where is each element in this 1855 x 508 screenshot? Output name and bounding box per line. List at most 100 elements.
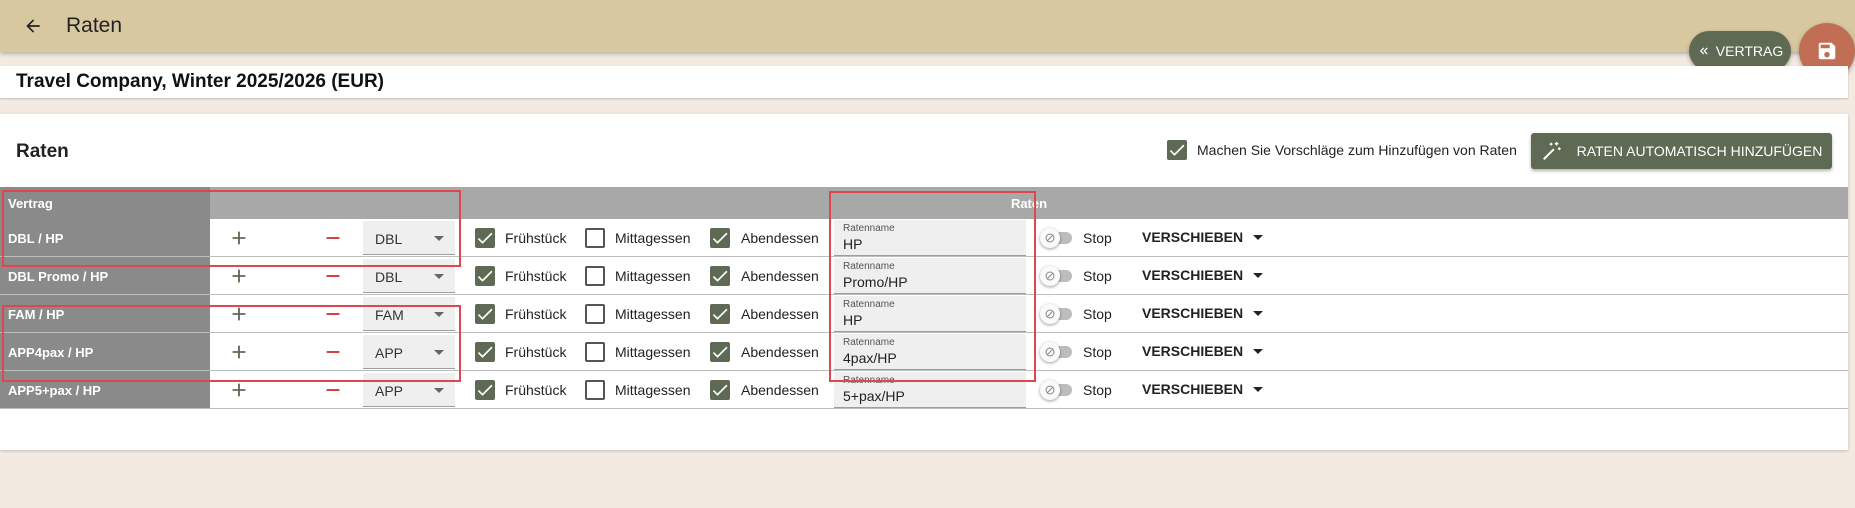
block-icon	[1045, 309, 1055, 319]
lunch-label: Mittagessen	[615, 344, 691, 360]
caret-down-icon	[1253, 310, 1264, 316]
stop-label: Stop	[1083, 344, 1112, 360]
block-icon	[1045, 233, 1055, 243]
stop-label: Stop	[1083, 230, 1112, 246]
suggest-checkbox[interactable]	[1167, 140, 1187, 160]
room-type-select[interactable]: DBL	[363, 221, 455, 255]
stop-label: Stop	[1083, 306, 1112, 322]
vertrag-button-label: VERTRAG	[1715, 43, 1784, 59]
add-icon[interactable]	[228, 227, 250, 249]
room-type-select[interactable]: APP	[363, 373, 455, 407]
move-button[interactable]: VERSCHIEBEN	[1134, 375, 1268, 403]
vertrag-cell: DBL / HP	[0, 219, 210, 256]
caret-down-icon	[1253, 234, 1264, 240]
lunch-checkbox[interactable]	[585, 380, 605, 400]
toggle-knob	[1040, 342, 1060, 362]
dropdown-arrow-icon	[434, 388, 444, 393]
dinner-label: Abendessen	[741, 382, 819, 398]
dinner-label: Abendessen	[741, 230, 819, 246]
breakfast-checkbox[interactable]	[475, 266, 495, 286]
breakfast-label: Frühstück	[505, 306, 567, 322]
stop-toggle[interactable]	[1040, 342, 1072, 362]
rate-name-field[interactable]: Ratenname 4pax/HP	[834, 334, 1026, 370]
add-icon[interactable]	[228, 341, 250, 363]
toggle-knob	[1040, 228, 1060, 248]
check-icon	[712, 270, 728, 282]
move-button[interactable]: VERSCHIEBEN	[1134, 261, 1268, 289]
stop-toggle[interactable]	[1040, 266, 1072, 286]
rate-name-value: HP	[843, 236, 863, 252]
room-type-select[interactable]: DBL	[363, 259, 455, 293]
breakfast-label: Frühstück	[505, 382, 567, 398]
back-arrow-icon[interactable]	[19, 12, 47, 40]
stop-toggle[interactable]	[1040, 304, 1072, 324]
vertrag-cell: FAM / HP	[0, 295, 210, 332]
vertrag-button[interactable]: VERTRAG	[1689, 31, 1791, 71]
auto-add-rates-button[interactable]: RATEN AUTOMATISCH HINZUFÜGEN	[1531, 133, 1832, 169]
lunch-checkbox[interactable]	[585, 228, 605, 248]
block-icon	[1045, 385, 1055, 395]
room-type-value: APP	[375, 383, 404, 399]
remove-icon[interactable]	[322, 303, 344, 325]
rate-name-field[interactable]: Ratenname HP	[834, 296, 1026, 332]
dinner-checkbox[interactable]	[710, 380, 730, 400]
rates-card: Raten Machen Sie Vorschläge zum Hinzufüg…	[0, 114, 1848, 450]
add-icon[interactable]	[228, 303, 250, 325]
check-icon	[477, 270, 493, 282]
breakfast-checkbox[interactable]	[475, 304, 495, 324]
breakfast-label: Frühstück	[505, 268, 567, 284]
dropdown-arrow-icon	[434, 236, 444, 241]
move-button[interactable]: VERSCHIEBEN	[1134, 337, 1268, 365]
column-header-raten: Raten	[210, 187, 1848, 219]
move-button[interactable]: VERSCHIEBEN	[1134, 299, 1268, 327]
caret-down-icon	[1253, 386, 1264, 392]
rate-name-label: Ratenname	[843, 375, 895, 386]
dinner-checkbox[interactable]	[710, 266, 730, 286]
check-icon	[1169, 144, 1185, 156]
rate-name-field[interactable]: Ratenname Promo/HP	[834, 258, 1026, 294]
rate-name-field[interactable]: Ratenname HP	[834, 220, 1026, 256]
lunch-checkbox[interactable]	[585, 342, 605, 362]
toggle-knob	[1040, 266, 1060, 286]
remove-icon[interactable]	[322, 379, 344, 401]
move-button-label: VERSCHIEBEN	[1142, 267, 1244, 283]
breakfast-checkbox[interactable]	[475, 380, 495, 400]
table-header: Vertrag Raten	[0, 187, 1848, 219]
block-icon	[1045, 271, 1055, 281]
move-button-label: VERSCHIEBEN	[1142, 229, 1244, 245]
table-row: DBL / HP DBL Frühstück Mittagessen Abend…	[0, 219, 1848, 257]
room-type-value: DBL	[375, 231, 403, 247]
remove-icon[interactable]	[322, 227, 344, 249]
auto-add-rates-label: RATEN AUTOMATISCH HINZUFÜGEN	[1576, 143, 1823, 159]
caret-down-icon	[1253, 348, 1264, 354]
toggle-knob	[1040, 380, 1060, 400]
dinner-checkbox[interactable]	[710, 304, 730, 324]
page-title: Raten	[66, 14, 123, 37]
double-chevron-left-icon	[1699, 47, 1708, 55]
dropdown-arrow-icon	[434, 312, 444, 317]
stop-toggle[interactable]	[1040, 228, 1072, 248]
breakfast-checkbox[interactable]	[475, 342, 495, 362]
dinner-checkbox[interactable]	[710, 228, 730, 248]
column-header-vertrag: Vertrag	[0, 187, 210, 219]
vertrag-cell: DBL Promo / HP	[0, 257, 210, 294]
room-type-select[interactable]: FAM	[363, 297, 455, 331]
add-icon[interactable]	[228, 265, 250, 287]
rate-name-field[interactable]: Ratenname 5+pax/HP	[834, 372, 1026, 408]
check-icon	[712, 308, 728, 320]
move-button-label: VERSCHIEBEN	[1142, 343, 1244, 359]
stop-label: Stop	[1083, 382, 1112, 398]
room-type-select[interactable]: APP	[363, 335, 455, 369]
breakfast-checkbox[interactable]	[475, 228, 495, 248]
check-icon	[477, 308, 493, 320]
remove-icon[interactable]	[322, 341, 344, 363]
remove-icon[interactable]	[322, 265, 344, 287]
move-button[interactable]: VERSCHIEBEN	[1134, 223, 1268, 251]
add-icon[interactable]	[228, 379, 250, 401]
stop-toggle[interactable]	[1040, 380, 1072, 400]
dinner-checkbox[interactable]	[710, 342, 730, 362]
lunch-checkbox[interactable]	[585, 266, 605, 286]
lunch-checkbox[interactable]	[585, 304, 605, 324]
check-icon	[712, 346, 728, 358]
dinner-label: Abendessen	[741, 306, 819, 322]
